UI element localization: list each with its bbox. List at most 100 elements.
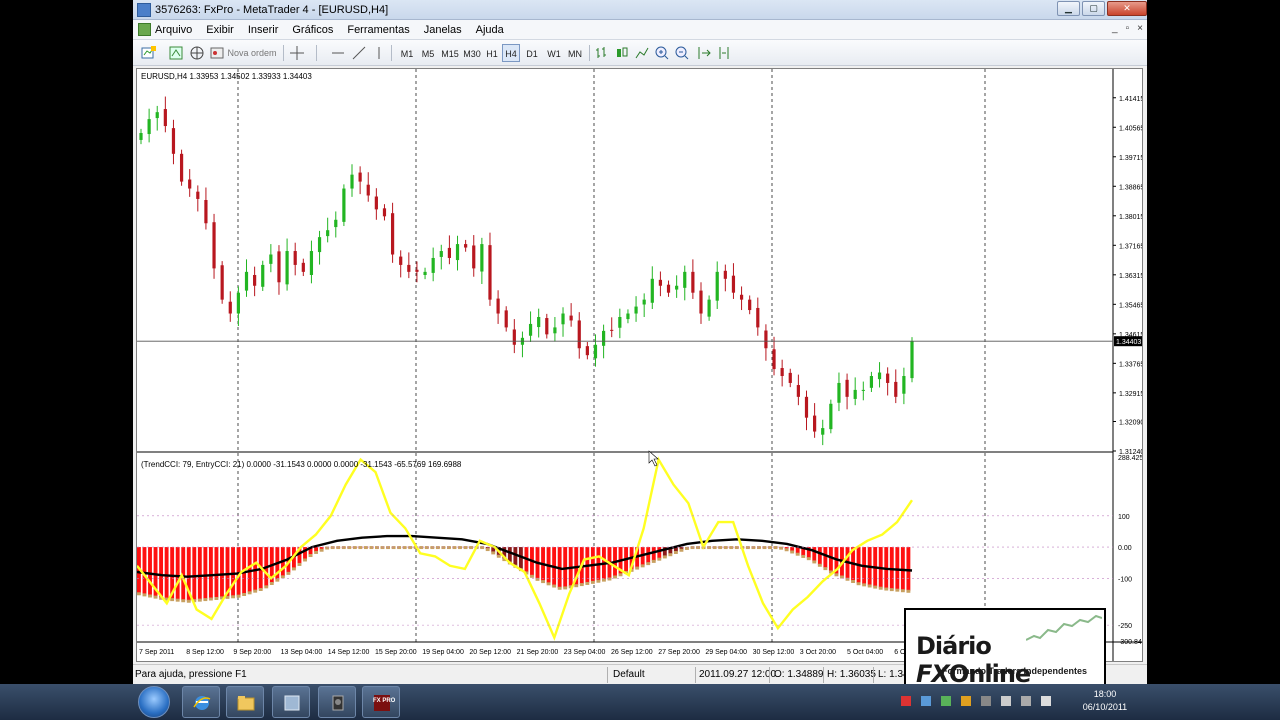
menu-arquivo[interactable]: Arquivo (155, 24, 192, 36)
cci-histogram-bar (236, 547, 241, 596)
navigator-icon[interactable] (189, 45, 205, 61)
menu-ferramentas[interactable]: Ferramentas (347, 24, 409, 36)
candle-body (610, 329, 614, 331)
menu-janelas[interactable]: Janelas (424, 24, 462, 36)
profile-status: Default (613, 669, 645, 680)
start-button[interactable] (138, 686, 170, 718)
tf-m1[interactable]: M1 (397, 44, 417, 62)
taskbar-app3[interactable] (272, 686, 310, 718)
mdi-restore-button[interactable]: ▫ (1126, 23, 1130, 34)
bar-chart-icon[interactable] (594, 45, 610, 61)
new-order-button[interactable]: Nova ordem (225, 44, 279, 62)
title-bar[interactable]: 3576263: FxPro - MetaTrader 4 - [EURUSD,… (133, 0, 1147, 20)
cci-histogram-cap (795, 552, 800, 556)
taskbar-ie[interactable] (182, 686, 220, 718)
cci-histogram-cap (878, 586, 883, 590)
candle-body (642, 299, 646, 305)
menu-ajuda[interactable]: Ajuda (476, 24, 504, 36)
mdi-minimize-button[interactable]: _ (1112, 23, 1118, 34)
candle-body (675, 285, 679, 290)
candle-body (228, 301, 232, 314)
candle-body (666, 284, 671, 293)
candle-body (886, 373, 890, 383)
menu-inserir[interactable]: Inserir (248, 24, 279, 36)
cci-histogram-cap (657, 557, 662, 561)
price-candles (139, 96, 914, 446)
candle-body (699, 290, 703, 314)
profiles-icon[interactable] (168, 45, 184, 61)
candle-body (220, 265, 224, 300)
tf-m30[interactable]: M30 (461, 44, 483, 62)
chart-header: EURUSD,H4 1.33953 1.34502 1.33933 1.3440… (141, 72, 312, 81)
cci-histogram-cap (557, 586, 562, 590)
line-chart-icon[interactable] (634, 45, 650, 61)
price-tick-label: 1.37165 (1119, 243, 1142, 250)
menu-exibir[interactable]: Exibir (206, 24, 234, 36)
minimize-button[interactable]: ▁ (1057, 1, 1080, 16)
cci-histogram-cap (458, 546, 462, 550)
tf-m5[interactable]: M5 (418, 44, 438, 62)
chart-window-icon[interactable] (138, 23, 151, 36)
trendline-icon[interactable] (351, 45, 367, 61)
close-button[interactable]: ✕ (1107, 1, 1147, 16)
new-chart-icon[interactable] (141, 45, 157, 61)
zoom-in-icon[interactable] (654, 45, 670, 61)
mdi-close-button[interactable]: × (1137, 23, 1143, 34)
cci-histogram-cap (585, 581, 590, 585)
candle-body (602, 330, 606, 346)
candle-body (212, 222, 216, 269)
candle-body (723, 270, 727, 279)
cci-histogram-cap (734, 546, 739, 550)
candle-body (407, 264, 411, 272)
cci-histogram-cap (253, 589, 258, 593)
horizontal-line-icon[interactable] (330, 45, 346, 61)
candle-body (553, 327, 557, 334)
vertical-line-icon[interactable] (371, 45, 387, 61)
maximize-button[interactable]: ▢ (1082, 1, 1105, 16)
tf-mn[interactable]: MN (565, 44, 585, 62)
taskbar-clock[interactable]: 18:00 06/10/2011 (1080, 688, 1130, 714)
chart-area[interactable]: 1.41415 1.40565 1.39715 1.38865 1.38015 1.371… (136, 68, 1143, 662)
date-tick-label: 13 Sep 04:00 (281, 649, 323, 656)
tf-m15[interactable]: M15 (439, 44, 461, 62)
tf-h1[interactable]: H1 (483, 44, 501, 62)
taskbar-explorer[interactable] (226, 686, 264, 718)
cci-histogram-cap (424, 546, 429, 550)
cci-histogram-bar (197, 547, 202, 600)
candle-body (269, 254, 273, 264)
cci-histogram-cap (812, 560, 817, 564)
cci-histogram-cap (867, 584, 872, 588)
cci-histogram-cap (579, 583, 584, 587)
cci-histogram-cap (768, 546, 772, 550)
taskbar-app4[interactable] (318, 686, 356, 718)
candle-body (293, 251, 297, 265)
cci-histogram-cap (745, 546, 750, 550)
cci-histogram-cap (280, 575, 285, 579)
cci-histogram-cap (231, 595, 235, 599)
cci-histogram-cap (137, 592, 141, 596)
cci-histogram-cap (258, 587, 263, 591)
candle-body (837, 382, 841, 403)
chart-canvas[interactable]: 1.41415 1.40565 1.39715 1.38865 1.38015 1.371… (137, 69, 1142, 661)
candle-body (853, 389, 857, 399)
cci-histogram-cap (336, 546, 341, 550)
window-title: 3576263: FxPro - MetaTrader 4 - [EURUSD,… (155, 4, 389, 16)
menu-graficos[interactable]: Gráficos (292, 24, 333, 36)
cci-histogram-cap (574, 584, 579, 588)
cci-histogram-cap (247, 591, 252, 595)
chart-shift-icon[interactable] (716, 45, 732, 61)
tf-w1[interactable]: W1 (544, 44, 564, 62)
cci-histogram-cap (402, 546, 407, 550)
tf-h4[interactable]: H4 (502, 44, 520, 62)
candlestick-icon[interactable] (614, 45, 630, 61)
crosshair-icon[interactable] (289, 45, 305, 61)
price-tick-label: 1.35465 (1119, 302, 1142, 309)
tf-d1[interactable]: D1 (523, 44, 541, 62)
clock-date: 06/10/2011 (1082, 702, 1128, 712)
terminal-icon[interactable] (209, 45, 225, 61)
zoom-out-icon[interactable] (674, 45, 690, 61)
taskbar-fxpro[interactable]: FX PRO (362, 686, 400, 718)
auto-scroll-icon[interactable] (696, 45, 712, 61)
candle-body (196, 191, 200, 199)
cci-histogram-cap (242, 592, 247, 596)
